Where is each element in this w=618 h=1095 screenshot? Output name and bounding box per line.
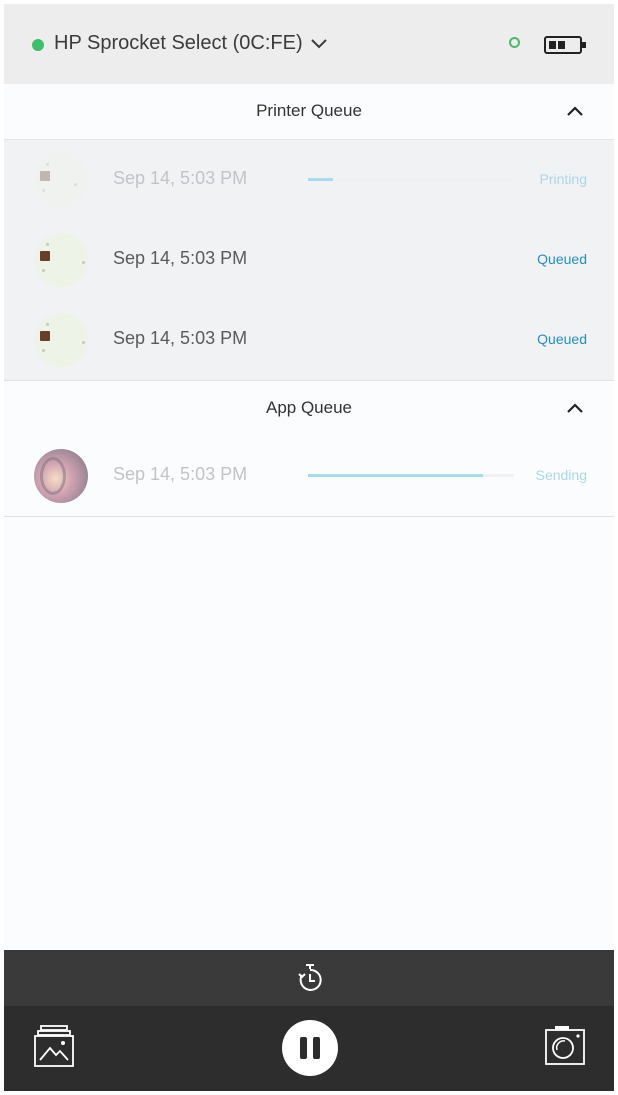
connection-ring-icon bbox=[509, 37, 520, 48]
progress-fill bbox=[308, 178, 333, 181]
print-thumbnail bbox=[34, 313, 88, 367]
status-label: Queued bbox=[537, 331, 587, 347]
print-thumbnail bbox=[34, 233, 88, 287]
printer-status-dot bbox=[32, 39, 44, 51]
item-timestamp: Sep 14, 5:03 PM bbox=[113, 168, 248, 188]
timer-icon[interactable] bbox=[296, 962, 324, 994]
status-label: Sending bbox=[535, 467, 587, 483]
printer-queue-item[interactable]: Sep 14, 5:03 PM Queued bbox=[4, 220, 614, 301]
chevron-down-icon[interactable] bbox=[309, 35, 329, 51]
bottom-action-bar bbox=[4, 1006, 614, 1091]
chevron-up-icon[interactable] bbox=[566, 104, 584, 118]
status-label: Queued bbox=[537, 251, 587, 267]
printer-header: HP Sprocket Select (0C:FE) bbox=[4, 4, 614, 84]
photo-thumbnail bbox=[34, 449, 88, 503]
progress-fill bbox=[308, 474, 484, 477]
item-timestamp: Sep 14, 5:03 PM bbox=[113, 248, 248, 268]
status-label: Printing bbox=[539, 171, 587, 187]
item-timestamp: Sep 14, 5:03 PM bbox=[113, 328, 248, 348]
gallery-icon[interactable] bbox=[34, 1024, 74, 1068]
progress-bar bbox=[308, 178, 514, 181]
pause-button[interactable] bbox=[282, 1020, 338, 1076]
printer-queue-title: Printer Queue bbox=[256, 101, 362, 120]
pause-icon bbox=[300, 1037, 307, 1059]
pause-icon bbox=[313, 1037, 320, 1059]
timer-bar bbox=[4, 950, 614, 1006]
app-queue-item[interactable]: Sep 14, 5:03 PM Sending bbox=[4, 436, 614, 517]
printer-queue-item[interactable]: Sep 14, 5:03 PM Printing bbox=[4, 140, 614, 221]
battery-icon bbox=[544, 36, 586, 54]
app-queue-title: App Queue bbox=[265, 398, 352, 417]
printer-queue-header[interactable]: Printer Queue bbox=[4, 84, 614, 140]
app-queue-header[interactable]: App Queue bbox=[4, 381, 614, 437]
printer-queue-item[interactable]: Sep 14, 5:03 PM Queued bbox=[4, 300, 614, 381]
printer-selector[interactable]: HP Sprocket Select (0C:FE) bbox=[54, 32, 303, 55]
chevron-up-icon[interactable] bbox=[566, 401, 584, 415]
item-timestamp: Sep 14, 5:03 PM bbox=[113, 464, 248, 484]
camera-icon[interactable] bbox=[545, 1024, 585, 1066]
print-thumbnail bbox=[34, 153, 88, 207]
progress-bar bbox=[308, 474, 514, 477]
print-queue-screen: HP Sprocket Select (0C:FE) Printer Queue… bbox=[4, 4, 614, 1091]
